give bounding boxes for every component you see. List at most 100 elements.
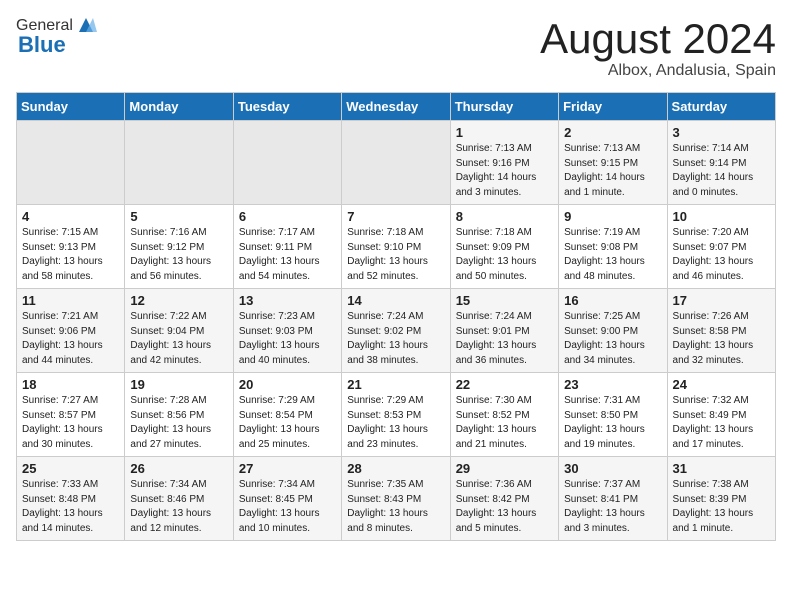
calendar-cell: 9 Sunrise: 7:19 AM Sunset: 9:08 PM Daylig…	[559, 205, 667, 289]
day-number: 27	[239, 461, 336, 476]
day-number: 29	[456, 461, 553, 476]
day-info: Sunrise: 7:15 AM Sunset: 9:13 PM Dayligh…	[22, 226, 119, 284]
day-number: 13	[239, 293, 336, 308]
calendar-cell: 1Sunrise: 7:13 AM Sunset: 9:16 PM Daylig…	[450, 121, 558, 205]
day-number: 10	[673, 209, 770, 224]
day-info: Sunrise: 7:16 AM Sunset: 9:12 PM Dayligh…	[130, 226, 227, 284]
calendar-cell: 14 Sunrise: 7:24 AM Sunset: 9:02 PM Dayli…	[342, 289, 450, 373]
calendar-day-header: Monday	[125, 93, 233, 121]
calendar-week-row: 18Sunrise: 7:27 AM Sunset: 8:57 PM Dayli…	[17, 373, 776, 457]
calendar-cell: 12Sunrise: 7:22 AM Sunset: 9:04 PM Dayli…	[125, 289, 233, 373]
day-number: 30	[564, 461, 661, 476]
calendar-cell: 22 Sunrise: 7:30 AM Sunset: 8:52 PM Dayli…	[450, 373, 558, 457]
calendar-week-row: 1Sunrise: 7:13 AM Sunset: 9:16 PM Daylig…	[17, 121, 776, 205]
day-number: 26	[130, 461, 227, 476]
day-number: 19	[130, 377, 227, 392]
day-info: Sunrise: 7:38 AM Sunset: 8:39 PM Dayligh…	[673, 478, 770, 536]
calendar-day-header: Tuesday	[233, 93, 341, 121]
calendar-cell	[125, 121, 233, 205]
day-number: 31	[673, 461, 770, 476]
calendar-cell: 8 Sunrise: 7:18 AM Sunset: 9:09 PM Daylig…	[450, 205, 558, 289]
calendar-cell: 17Sunrise: 7:26 AM Sunset: 8:58 PM Dayli…	[667, 289, 775, 373]
calendar-cell: 20 Sunrise: 7:29 AM Sunset: 8:54 PM Dayli…	[233, 373, 341, 457]
calendar-cell: 19Sunrise: 7:28 AM Sunset: 8:56 PM Dayli…	[125, 373, 233, 457]
day-info: Sunrise: 7:17 AM Sunset: 9:11 PM Dayligh…	[239, 226, 336, 284]
day-info: Sunrise: 7:36 AM Sunset: 8:42 PM Dayligh…	[456, 478, 553, 536]
calendar-cell	[342, 121, 450, 205]
calendar-week-row: 11 Sunrise: 7:21 AM Sunset: 9:06 PM Dayli…	[17, 289, 776, 373]
day-number: 20	[239, 377, 336, 392]
day-number: 24	[673, 377, 770, 392]
day-info: Sunrise: 7:18 AM Sunset: 9:09 PM Dayligh…	[456, 226, 553, 284]
calendar-cell: 15Sunrise: 7:24 AM Sunset: 9:01 PM Dayli…	[450, 289, 558, 373]
logo-icon	[75, 14, 97, 36]
day-info: Sunrise: 7:21 AM Sunset: 9:06 PM Dayligh…	[22, 310, 119, 368]
calendar-cell: 26 Sunrise: 7:34 AM Sunset: 8:46 PM Dayli…	[125, 457, 233, 541]
calendar-cell: 27Sunrise: 7:34 AM Sunset: 8:45 PM Dayli…	[233, 457, 341, 541]
day-info: Sunrise: 7:25 AM Sunset: 9:00 PM Dayligh…	[564, 310, 661, 368]
logo-blue-text: Blue	[18, 32, 66, 58]
calendar-cell: 11 Sunrise: 7:21 AM Sunset: 9:06 PM Dayli…	[17, 289, 125, 373]
day-info: Sunrise: 7:26 AM Sunset: 8:58 PM Dayligh…	[673, 310, 770, 368]
day-info: Sunrise: 7:22 AM Sunset: 9:04 PM Dayligh…	[130, 310, 227, 368]
logo: General Blue	[16, 16, 97, 58]
day-info: Sunrise: 7:20 AM Sunset: 9:07 PM Dayligh…	[673, 226, 770, 284]
calendar-cell	[17, 121, 125, 205]
day-number: 8	[456, 209, 553, 224]
calendar-table: SundayMondayTuesdayWednesdayThursdayFrid…	[16, 92, 776, 541]
calendar-week-row: 25 Sunrise: 7:33 AM Sunset: 8:48 PM Dayli…	[17, 457, 776, 541]
day-info: Sunrise: 7:29 AM Sunset: 8:54 PM Dayligh…	[239, 394, 336, 452]
calendar-cell: 13Sunrise: 7:23 AM Sunset: 9:03 PM Dayli…	[233, 289, 341, 373]
calendar-cell: 25 Sunrise: 7:33 AM Sunset: 8:48 PM Dayli…	[17, 457, 125, 541]
calendar-cell: 23Sunrise: 7:31 AM Sunset: 8:50 PM Dayli…	[559, 373, 667, 457]
day-number: 9	[564, 209, 661, 224]
day-number: 2	[564, 125, 661, 140]
day-info: Sunrise: 7:14 AM Sunset: 9:14 PM Dayligh…	[673, 142, 770, 200]
day-number: 4	[22, 209, 119, 224]
title-block: August 2024 Albox, Andalusia, Spain	[540, 16, 776, 80]
day-info: Sunrise: 7:34 AM Sunset: 8:46 PM Dayligh…	[130, 478, 227, 536]
day-number: 25	[22, 461, 119, 476]
day-number: 21	[347, 377, 444, 392]
calendar-body: 1Sunrise: 7:13 AM Sunset: 9:16 PM Daylig…	[17, 121, 776, 541]
day-number: 23	[564, 377, 661, 392]
day-info: Sunrise: 7:18 AM Sunset: 9:10 PM Dayligh…	[347, 226, 444, 284]
calendar-cell: 4 Sunrise: 7:15 AM Sunset: 9:13 PM Daylig…	[17, 205, 125, 289]
day-info: Sunrise: 7:32 AM Sunset: 8:49 PM Dayligh…	[673, 394, 770, 452]
day-info: Sunrise: 7:35 AM Sunset: 8:43 PM Dayligh…	[347, 478, 444, 536]
calendar-cell: 3 Sunrise: 7:14 AM Sunset: 9:14 PM Daylig…	[667, 121, 775, 205]
day-number: 3	[673, 125, 770, 140]
day-number: 22	[456, 377, 553, 392]
calendar-cell: 24 Sunrise: 7:32 AM Sunset: 8:49 PM Dayli…	[667, 373, 775, 457]
day-number: 6	[239, 209, 336, 224]
calendar-day-header: Thursday	[450, 93, 558, 121]
day-number: 15	[456, 293, 553, 308]
calendar-cell: 10 Sunrise: 7:20 AM Sunset: 9:07 PM Dayli…	[667, 205, 775, 289]
day-info: Sunrise: 7:37 AM Sunset: 8:41 PM Dayligh…	[564, 478, 661, 536]
day-info: Sunrise: 7:30 AM Sunset: 8:52 PM Dayligh…	[456, 394, 553, 452]
day-number: 11	[22, 293, 119, 308]
day-info: Sunrise: 7:24 AM Sunset: 9:02 PM Dayligh…	[347, 310, 444, 368]
day-info: Sunrise: 7:13 AM Sunset: 9:16 PM Dayligh…	[456, 142, 553, 200]
day-number: 14	[347, 293, 444, 308]
day-number: 5	[130, 209, 227, 224]
calendar-cell: 29 Sunrise: 7:36 AM Sunset: 8:42 PM Dayli…	[450, 457, 558, 541]
calendar-cell: 30 Sunrise: 7:37 AM Sunset: 8:41 PM Dayli…	[559, 457, 667, 541]
calendar-day-header: Sunday	[17, 93, 125, 121]
day-info: Sunrise: 7:33 AM Sunset: 8:48 PM Dayligh…	[22, 478, 119, 536]
page-header: General Blue August 2024 Albox, Andalusi…	[16, 16, 776, 80]
day-number: 28	[347, 461, 444, 476]
calendar-cell	[233, 121, 341, 205]
location-title: Albox, Andalusia, Spain	[540, 62, 776, 80]
calendar-cell: 21Sunrise: 7:29 AM Sunset: 8:53 PM Dayli…	[342, 373, 450, 457]
day-info: Sunrise: 7:27 AM Sunset: 8:57 PM Dayligh…	[22, 394, 119, 452]
day-number: 7	[347, 209, 444, 224]
calendar-day-header: Friday	[559, 93, 667, 121]
day-info: Sunrise: 7:13 AM Sunset: 9:15 PM Dayligh…	[564, 142, 661, 200]
calendar-header-row: SundayMondayTuesdayWednesdayThursdayFrid…	[17, 93, 776, 121]
calendar-cell: 16 Sunrise: 7:25 AM Sunset: 9:00 PM Dayli…	[559, 289, 667, 373]
day-info: Sunrise: 7:19 AM Sunset: 9:08 PM Dayligh…	[564, 226, 661, 284]
calendar-cell: 31 Sunrise: 7:38 AM Sunset: 8:39 PM Dayli…	[667, 457, 775, 541]
calendar-cell: 28 Sunrise: 7:35 AM Sunset: 8:43 PM Dayli…	[342, 457, 450, 541]
day-number: 16	[564, 293, 661, 308]
